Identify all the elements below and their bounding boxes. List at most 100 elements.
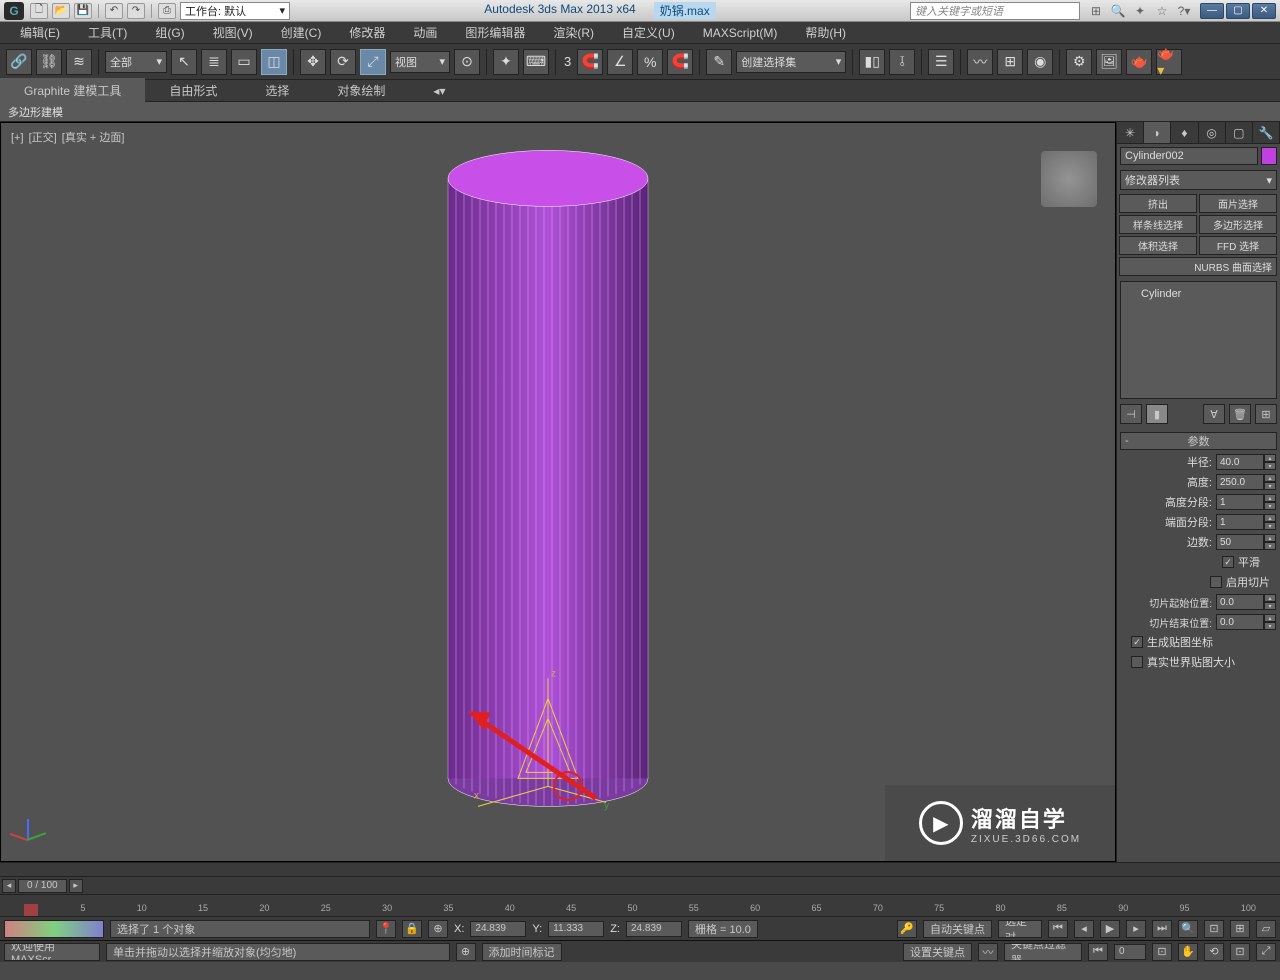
render-prod-icon[interactable]: 🫖▾: [1156, 49, 1182, 75]
angle-snap-icon[interactable]: ∠: [607, 49, 633, 75]
modbtn-ffdsel[interactable]: FFD 选择: [1199, 236, 1277, 255]
menu-rendering[interactable]: 渲染(R): [539, 21, 608, 44]
chk-realworld[interactable]: [1131, 656, 1143, 668]
nav-zoomall-icon[interactable]: ⊡: [1204, 920, 1224, 938]
input-height[interactable]: 250.0: [1216, 474, 1264, 490]
viewcube[interactable]: [1041, 151, 1097, 207]
manipulate-icon[interactable]: ✦: [493, 49, 519, 75]
time-ruler[interactable]: 0510152025303540455055606570758085909510…: [0, 894, 1280, 916]
cmdtab-display-icon[interactable]: ▢: [1226, 122, 1253, 143]
subscription-icon[interactable]: 🔍: [1110, 3, 1126, 19]
lock-icon[interactable]: 🔒: [402, 920, 422, 938]
menu-group[interactable]: 组(G): [141, 21, 198, 44]
search-input[interactable]: 键入关键字或短语: [910, 2, 1080, 20]
modbtn-volsel[interactable]: 体积选择: [1119, 236, 1197, 255]
modbtn-patchsel[interactable]: 面片选择: [1199, 194, 1277, 213]
input-cseg[interactable]: 1: [1216, 514, 1264, 530]
schematic-view-icon[interactable]: ⊞: [997, 49, 1023, 75]
nav-zoomext-icon[interactable]: ⊞: [1230, 920, 1250, 938]
nav-orbit-icon[interactable]: ⟲: [1204, 943, 1224, 961]
add-time-tag[interactable]: 添加时间标记: [482, 943, 562, 961]
keyfilters-button[interactable]: 关键点过滤器: [1004, 943, 1082, 961]
stack-remove-icon[interactable]: 🗑: [1229, 404, 1251, 424]
isolate-icon[interactable]: 🔑: [897, 920, 917, 938]
link-icon[interactable]: 🔗: [6, 49, 32, 75]
menu-create[interactable]: 创建(C): [267, 21, 336, 44]
close-button[interactable]: ✕: [1252, 3, 1276, 19]
infocenter-icon[interactable]: ⊞: [1088, 3, 1104, 19]
nav-fov-icon[interactable]: ▱: [1256, 920, 1276, 938]
stack-pin-icon[interactable]: ⊣: [1120, 404, 1142, 424]
autokey-button[interactable]: 自动关键点: [923, 920, 992, 938]
cylinder-object[interactable]: z x y: [418, 138, 698, 818]
qat-redo-icon[interactable]: ↷: [127, 3, 145, 19]
ribbon-tab-objectpaint[interactable]: 对象绘制: [313, 78, 409, 103]
modbtn-extrude[interactable]: 挤出: [1119, 194, 1197, 213]
modbtn-polysel[interactable]: 多边形选择: [1199, 215, 1277, 234]
favorites-icon[interactable]: ☆: [1154, 3, 1170, 19]
play-next-icon[interactable]: ▸: [1126, 920, 1146, 938]
cmdtab-motion-icon[interactable]: ◎: [1199, 122, 1226, 143]
viewport-hscroll[interactable]: [0, 862, 1280, 876]
spinner-snap-icon[interactable]: 🧲: [667, 49, 693, 75]
render-icon[interactable]: 🫖: [1126, 49, 1152, 75]
refcoord-dropdown[interactable]: 视图▾: [390, 51, 450, 73]
ribbon-panel-polymodel[interactable]: 多边形建模: [0, 102, 1280, 122]
stack-config-icon[interactable]: ⊞: [1255, 404, 1277, 424]
help-icon[interactable]: ?▾: [1176, 3, 1192, 19]
render-frame-icon[interactable]: 🖼: [1096, 49, 1122, 75]
stack-item-cylinder[interactable]: Cylinder: [1125, 286, 1272, 302]
coord-x[interactable]: 24.839: [470, 921, 526, 937]
ribbon-tab-freeform[interactable]: 自由形式: [145, 78, 241, 103]
menu-help[interactable]: 帮助(H): [791, 21, 860, 44]
menu-grapheditors[interactable]: 图形编辑器: [451, 21, 539, 44]
menu-customize[interactable]: 自定义(U): [608, 21, 689, 44]
time-marker[interactable]: [24, 904, 38, 916]
timetag-icon[interactable]: ⊕: [456, 943, 476, 961]
ribbon-expand-icon[interactable]: ◂▾: [409, 80, 469, 102]
time-prev-icon[interactable]: ◂: [2, 879, 16, 893]
qat-open-icon[interactable]: 📂: [52, 3, 70, 19]
align-icon[interactable]: ⫱: [889, 49, 915, 75]
input-slicefrom[interactable]: 0.0: [1216, 594, 1264, 610]
nav-minmax-icon[interactable]: ⤢: [1256, 943, 1276, 961]
spinup-icon[interactable]: ▴: [1264, 454, 1276, 462]
menu-views[interactable]: 视图(V): [199, 21, 267, 44]
unlink-icon[interactable]: ⛓: [36, 49, 62, 75]
play-icon[interactable]: ▶: [1100, 920, 1120, 938]
pivot-center-icon[interactable]: ⊙: [454, 49, 480, 75]
select-object-icon[interactable]: ↖: [171, 49, 197, 75]
named-selection-dropdown[interactable]: 创建选择集▾: [736, 51, 846, 73]
nav-maxview-icon[interactable]: ⊡: [1230, 943, 1250, 961]
menu-maxscript[interactable]: MAXScript(M): [689, 23, 792, 43]
nav-zoom-icon[interactable]: 🔍: [1178, 920, 1198, 938]
workspace-dropdown[interactable]: 工作台: 默认▾: [180, 2, 290, 20]
render-setup-icon[interactable]: ⚙: [1066, 49, 1092, 75]
qat-link-icon[interactable]: ⎙: [158, 3, 176, 19]
app-icon[interactable]: G: [4, 2, 24, 20]
layers-icon[interactable]: ☰: [928, 49, 954, 75]
selection-lock-icon[interactable]: 📍: [376, 920, 396, 938]
nav-pan-icon[interactable]: ✋: [1178, 943, 1198, 961]
qat-save-icon[interactable]: 💾: [74, 3, 92, 19]
ribbon-tab-selection[interactable]: 选择: [241, 78, 313, 103]
window-crossing-icon[interactable]: ◫: [261, 49, 287, 75]
maximize-button[interactable]: ▢: [1226, 3, 1250, 19]
snap-toggle-icon[interactable]: 🧲: [577, 49, 603, 75]
setkey-button[interactable]: 设置关键点: [903, 943, 972, 961]
menu-modifiers[interactable]: 修改器: [335, 21, 399, 44]
cmdtab-utilities-icon[interactable]: 🔧: [1253, 122, 1280, 143]
select-name-icon[interactable]: ≣: [201, 49, 227, 75]
viewport[interactable]: [+] [正交] [真实 + 边面]: [0, 122, 1116, 862]
stack-show-end-icon[interactable]: ▮: [1146, 404, 1168, 424]
minimize-button[interactable]: —: [1200, 3, 1224, 19]
move-icon[interactable]: ✥: [300, 49, 326, 75]
selected-only[interactable]: 选定对: [998, 920, 1042, 938]
select-region-rect-icon[interactable]: ▭: [231, 49, 257, 75]
abs-transform-icon[interactable]: ⊕: [428, 920, 448, 938]
timeconfig-icon[interactable]: ⊡: [1152, 943, 1172, 961]
cmdtab-hierarchy-icon[interactable]: ♦: [1171, 122, 1198, 143]
coord-y[interactable]: 11.333: [548, 921, 604, 937]
modifier-stack[interactable]: Cylinder: [1120, 281, 1277, 399]
menu-edit[interactable]: 编辑(E): [6, 21, 74, 44]
